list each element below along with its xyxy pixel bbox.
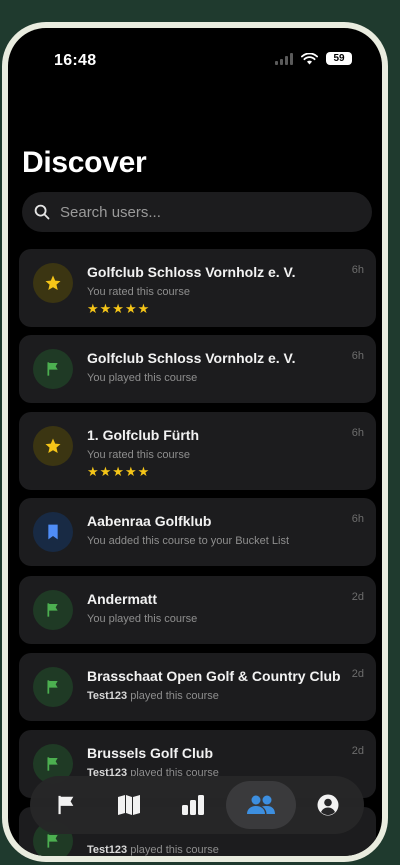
flag-icon (58, 795, 74, 815)
tab-bar (30, 776, 364, 834)
tab-users[interactable] (225, 781, 296, 829)
star-icon (33, 263, 73, 303)
activity-time: 2d (351, 745, 364, 757)
activity-time: 2d (351, 591, 364, 603)
course-name: Golfclub Schloss Vornholz e. V. (87, 264, 296, 280)
activity-subtitle: You rated this course (87, 449, 190, 461)
wifi-icon (301, 52, 318, 64)
battery-icon: 59 (326, 52, 352, 65)
activity-time: 2d (351, 668, 364, 680)
tab-courses[interactable] (35, 781, 97, 829)
activity-card[interactable]: Andermatt You played this course 2d (19, 576, 376, 644)
activity-card[interactable]: Aabenraa Golfklub You added this course … (19, 498, 376, 566)
activity-time: 6h (351, 264, 364, 276)
tab-profile[interactable] (297, 781, 359, 829)
flag-icon (33, 590, 73, 630)
search-icon (34, 204, 50, 220)
activity-time: 6h (351, 350, 364, 362)
rating-stars: ★★★★★ (87, 301, 151, 316)
course-name: Brasschaat Open Golf & Country Club (87, 668, 341, 684)
activity-text: played this course (130, 690, 219, 702)
bookmark-icon (33, 512, 73, 552)
phone-frame: 16:48 59 Discover Golfclub Schloss (2, 22, 388, 862)
activity-subtitle: You played this course (87, 613, 198, 625)
tab-stats[interactable] (162, 781, 224, 829)
activity-subtitle: You added this course to your Bucket Lis… (87, 535, 289, 547)
map-icon (118, 795, 141, 815)
screen: 16:48 59 Discover Golfclub Schloss (8, 28, 382, 856)
activity-subtitle: Test123 played this course (87, 844, 219, 856)
status-time: 16:48 (54, 52, 97, 69)
user-name[interactable]: Test123 (87, 690, 127, 702)
search-input[interactable] (58, 202, 342, 222)
search-bar[interactable] (22, 192, 372, 232)
activity-card[interactable]: Brasschaat Open Golf & Country Club Test… (19, 653, 376, 721)
course-name: Brussels Golf Club (87, 745, 214, 761)
users-icon (246, 795, 275, 814)
cellular-signal-icon (275, 52, 293, 65)
activity-subtitle: Test123 played this course (87, 690, 219, 702)
page-title: Discover (22, 146, 147, 179)
activity-time: 6h (351, 513, 364, 525)
stats-icon (181, 795, 204, 815)
activity-subtitle: You rated this course (87, 286, 190, 298)
course-name: 1. Golfclub Fürth (87, 427, 199, 443)
flag-icon (33, 349, 73, 389)
status-bar: 16:48 59 (8, 28, 382, 88)
tab-map[interactable] (98, 781, 160, 829)
activity-time: 6h (351, 427, 364, 439)
rating-stars: ★★★★★ (87, 464, 151, 479)
star-icon (33, 426, 73, 466)
activity-subtitle: You played this course (87, 372, 198, 384)
activity-text: played this course (130, 844, 219, 856)
flag-icon (33, 667, 73, 707)
course-name: Andermatt (87, 591, 158, 607)
activity-card[interactable]: 1. Golfclub Fürth You rated this course … (19, 412, 376, 490)
user-name[interactable]: Test123 (87, 844, 127, 856)
activity-card[interactable]: Golfclub Schloss Vornholz e. V. You rate… (19, 249, 376, 327)
profile-icon (317, 794, 339, 816)
status-icons: 59 (275, 52, 352, 65)
activity-card[interactable]: Golfclub Schloss Vornholz e. V. You play… (19, 335, 376, 403)
course-name: Golfclub Schloss Vornholz e. V. (87, 350, 296, 366)
course-name: Aabenraa Golfklub (87, 513, 212, 529)
